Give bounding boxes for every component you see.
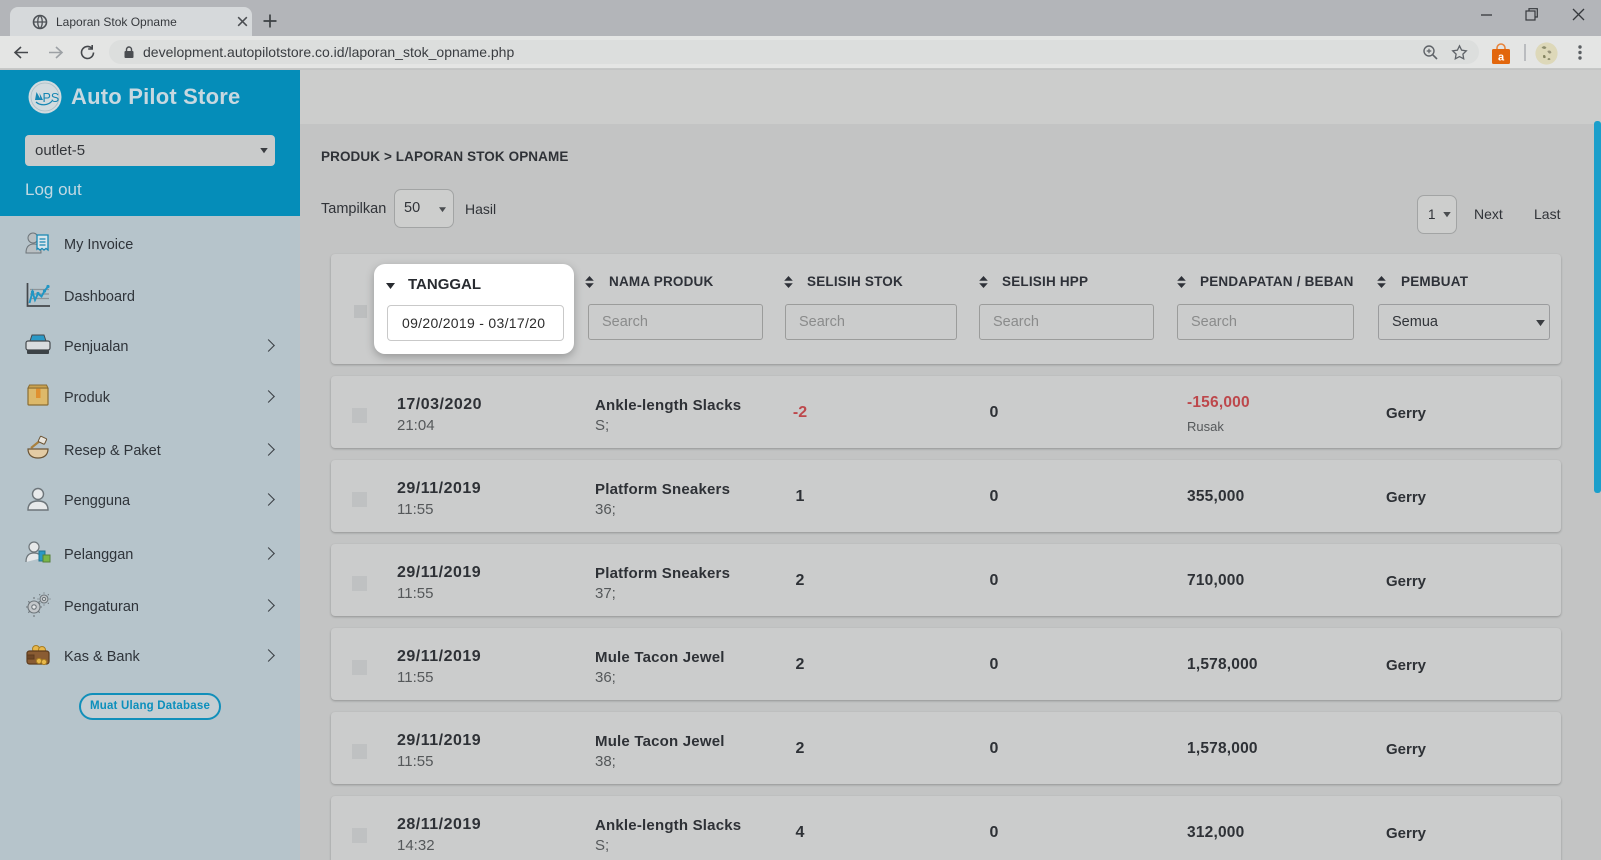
svg-text:a: a xyxy=(1498,52,1505,64)
